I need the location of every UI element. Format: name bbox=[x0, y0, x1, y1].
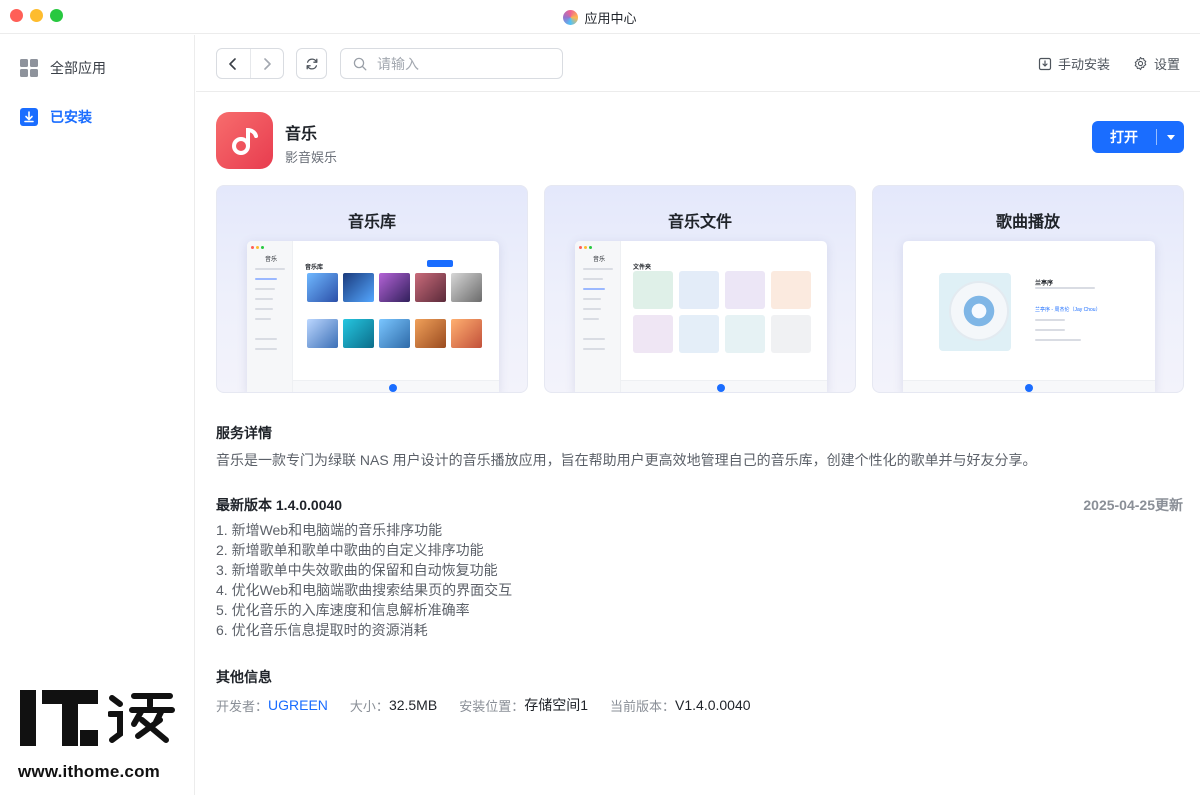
sidebar-item-all-apps[interactable]: 全部应用 bbox=[20, 56, 106, 80]
release-note-item: 5. 优化音乐的入库速度和信息解析准确率 bbox=[216, 602, 470, 618]
preview-player-bar bbox=[621, 380, 827, 392]
release-note-item: 4. 优化Web和电脑端歌曲搜索结果页的界面交互 bbox=[216, 582, 513, 598]
grid-icon bbox=[20, 59, 38, 77]
latest-version-title: 最新版本 1.4.0.0040 bbox=[216, 497, 343, 513]
search-icon bbox=[353, 57, 367, 70]
preview-window-dots bbox=[251, 246, 264, 249]
preview-song-title: 兰亭序 bbox=[1035, 281, 1054, 287]
size-value: 32.5MB bbox=[388, 697, 438, 713]
release-notes: 1. 新增Web和电脑端的音乐排序功能 2. 新增歌单和歌单中歌曲的自定义排序功… bbox=[216, 520, 512, 640]
app-detail: 音乐 影音娱乐 打开 音乐库 音乐 音乐库 音乐文件 音乐 文件夹 歌曲播放 兰… bbox=[196, 93, 1200, 795]
ithome-logo-icon bbox=[20, 690, 98, 746]
app-category: 影音娱乐 bbox=[285, 150, 338, 165]
update-date: 2025-04-25更新 bbox=[1083, 497, 1183, 513]
screenshot-preview: 音乐 文件夹 bbox=[575, 241, 827, 392]
current-version-label: 当前版本： bbox=[610, 698, 676, 714]
navigation-group bbox=[216, 48, 284, 79]
other-info-row: 开发者： UGREEN 大小： 32.5MB 安装位置： 存储空间1 当前版本：… bbox=[216, 695, 773, 715]
preview-app-name: 音乐 bbox=[265, 257, 278, 263]
screenshot-card[interactable]: 歌曲播放 兰亭序 兰亭序 - 周杰伦（Jay Chou） bbox=[872, 185, 1184, 393]
current-version-value: V1.4.0.0040 bbox=[675, 697, 751, 713]
app-center-logo-icon bbox=[563, 9, 579, 25]
developer-label: 开发者： bbox=[216, 698, 269, 714]
window-title: 应用中心 bbox=[584, 10, 637, 26]
screenshot-title: 音乐库 bbox=[347, 214, 396, 231]
release-note-item: 6. 优化音乐信息提取时的资源消耗 bbox=[216, 622, 428, 638]
release-note-item: 1. 新增Web和电脑端的音乐排序功能 bbox=[216, 522, 443, 538]
search-box[interactable] bbox=[340, 48, 563, 79]
toolbar: 手动安装 设置 bbox=[196, 35, 1200, 92]
preview-header: 文件夹 bbox=[633, 265, 652, 271]
back-button[interactable] bbox=[217, 49, 250, 78]
ithome-watermark: www.ithome.com bbox=[16, 686, 180, 786]
ithome-logo-chinese-icon bbox=[108, 693, 175, 743]
release-note-item: 2. 新增歌单和歌单中歌曲的自定义排序功能 bbox=[216, 542, 484, 558]
preview-app-name: 音乐 bbox=[593, 257, 606, 263]
search-input[interactable] bbox=[377, 55, 547, 72]
chevron-left-icon bbox=[229, 57, 237, 70]
install-package-icon bbox=[1038, 57, 1052, 70]
screenshot-gallery: 音乐库 音乐 音乐库 音乐文件 音乐 文件夹 歌曲播放 兰亭序 兰亭序 - 周杰… bbox=[216, 185, 1184, 393]
screenshot-card[interactable]: 音乐库 音乐 音乐库 bbox=[216, 185, 528, 393]
preview-header: 音乐库 bbox=[305, 265, 324, 271]
open-dropdown-button[interactable] bbox=[1157, 134, 1184, 140]
window-title-group: 应用中心 bbox=[0, 0, 1200, 34]
screenshot-title: 音乐文件 bbox=[667, 214, 732, 231]
preview-sidebar: 音乐 bbox=[575, 241, 621, 392]
vinyl-disc-icon bbox=[951, 283, 1007, 339]
open-button[interactable]: 打开 bbox=[1092, 127, 1156, 147]
service-description: 音乐是一款专门为绿联 NAS 用户设计的音乐播放应用，旨在帮助用户更高效地管理自… bbox=[216, 452, 1037, 468]
preview-player-bar bbox=[903, 380, 1155, 392]
manual-install-label: 手动安装 bbox=[1058, 57, 1111, 72]
refresh-button[interactable] bbox=[296, 48, 327, 79]
sidebar-item-label: 全部应用 bbox=[50, 60, 106, 76]
download-icon bbox=[20, 108, 38, 126]
music-note-icon bbox=[231, 127, 258, 155]
refresh-icon bbox=[306, 57, 317, 70]
size-label: 大小： bbox=[349, 698, 389, 714]
settings-label: 设置 bbox=[1154, 57, 1181, 72]
preview-current-lyric: 兰亭序 - 周杰伦（Jay Chou） bbox=[1035, 307, 1101, 313]
screenshot-card[interactable]: 音乐文件 音乐 文件夹 bbox=[544, 185, 856, 393]
screenshot-preview: 兰亭序 兰亭序 - 周杰伦（Jay Chou） bbox=[903, 241, 1155, 392]
forward-button[interactable] bbox=[249, 49, 284, 78]
sidebar-item-label: 已安装 bbox=[50, 109, 92, 125]
preview-player-bar bbox=[293, 380, 499, 392]
sidebar: 全部应用 已安装 bbox=[0, 35, 195, 795]
settings-button[interactable]: 设置 bbox=[1133, 54, 1180, 73]
service-details-title: 服务详情 bbox=[216, 425, 272, 441]
manual-install-button[interactable]: 手动安装 bbox=[1038, 54, 1110, 73]
preview-window-dots bbox=[579, 246, 592, 249]
app-window: 应用中心 全部应用 已安装 请输入 手动安装 设置 音乐 影音娱乐 打开 音乐库… bbox=[0, 0, 1200, 795]
install-location-label: 安装位置： bbox=[459, 698, 525, 714]
screenshot-title: 歌曲播放 bbox=[995, 214, 1060, 231]
install-location-value: 存储空间1 bbox=[524, 697, 588, 713]
app-name: 音乐 bbox=[285, 126, 318, 143]
music-app-icon bbox=[216, 112, 273, 169]
preview-sidebar: 音乐 bbox=[247, 241, 293, 392]
title-bar: 应用中心 bbox=[0, 0, 1200, 34]
caret-down-icon bbox=[1166, 134, 1175, 140]
release-note-item: 3. 新增歌单中失效歌曲的保留和自动恢复功能 bbox=[216, 562, 498, 578]
developer-link[interactable]: UGREEN bbox=[268, 697, 328, 713]
open-split-button: 打开 bbox=[1092, 121, 1184, 153]
screenshot-preview: 音乐 音乐库 bbox=[247, 241, 499, 392]
chevron-right-icon bbox=[263, 57, 271, 70]
sidebar-item-installed[interactable]: 已安装 bbox=[20, 105, 92, 129]
other-info-title: 其他信息 bbox=[216, 669, 272, 685]
ithome-url: www.ithome.com bbox=[18, 762, 160, 781]
gear-icon bbox=[1134, 56, 1147, 71]
